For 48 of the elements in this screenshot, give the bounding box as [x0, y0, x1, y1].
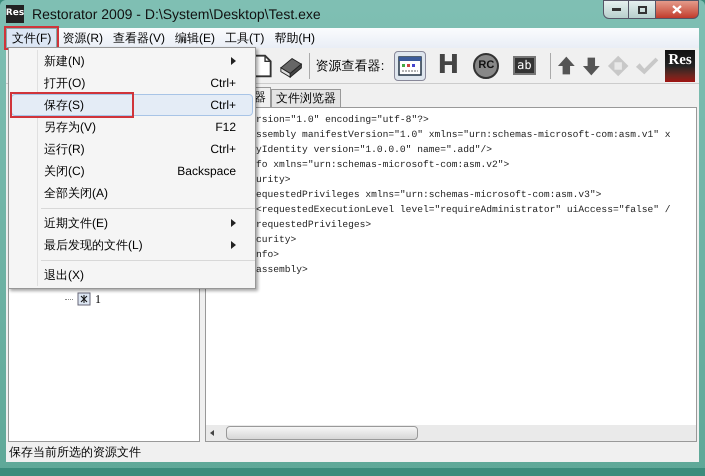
header-view-button[interactable]: H [432, 50, 464, 80]
viewer-label: 资源查看器: [316, 56, 384, 75]
menu-bar-item[interactable]: 编辑(E) [170, 28, 220, 48]
up-arrow-icon[interactable] [557, 54, 576, 76]
menu-item[interactable]: 新建(N) [11, 50, 253, 72]
menu-item[interactable]: 保存(S) Ctrl+ [11, 94, 253, 116]
code-line: requestedPrivileges> [256, 218, 372, 232]
resource-icon [77, 292, 91, 306]
window-title: Restorator 2009 - D:\System\Desktop\Test.exe [32, 4, 321, 24]
menu-bar-item[interactable]: 帮助(H) [269, 28, 320, 48]
app-icon: Res [6, 5, 24, 23]
menu-item[interactable]: 近期文件(E) [11, 212, 253, 234]
menu-item[interactable]: 全部关闭(A) [11, 182, 253, 204]
code-line: ssembly manifestVersion="1.0" xmlns="urn:schemas-microsoft-com:asm.v1" x [256, 128, 672, 142]
tree-item[interactable]: 1 [95, 290, 101, 308]
minimize-button[interactable] [603, 0, 629, 19]
down-arrow-icon[interactable] [582, 54, 601, 76]
scrollbar-thumb[interactable] [226, 426, 418, 440]
code-line: <requestedExecutionLevel level="requireAdministrator" uiAccess="false" / [256, 203, 672, 217]
code-line: equestedPrivileges xmlns="urn:schemas-microsoft-com:asm.v3"> [256, 188, 602, 202]
dialog-window-icon [398, 56, 422, 76]
menu-item[interactable]: 运行(R) Ctrl+ [11, 138, 253, 160]
close-icon [672, 5, 682, 14]
menu-item[interactable]: 最后发现的文件(L) [11, 234, 253, 256]
menu-item[interactable]: 关闭(C) Backspace [11, 160, 253, 182]
code-line: urity> [256, 173, 292, 187]
maximize-button[interactable] [629, 0, 655, 19]
code-line: assembly> [256, 263, 309, 277]
string-view-button[interactable]: ab [508, 50, 540, 80]
code-line: fo xmlns="urn:schemas-microsoft-com:asm.v2"> [256, 158, 510, 172]
code-line: rsion="1.0" encoding="utf-8"?> [256, 113, 430, 127]
horizontal-scrollbar[interactable] [206, 425, 696, 441]
code-line: yIdentity version="1.0.0.0" name=".add"/> [256, 143, 494, 157]
menu-bar-item[interactable]: 文件(F) [6, 28, 58, 48]
status-text: 保存当前所选的资源文件 [9, 444, 141, 461]
close-button[interactable] [655, 0, 699, 19]
menu-item[interactable]: 另存为(V) F12 [11, 116, 253, 138]
maximize-icon [638, 6, 646, 14]
menu-bar-item[interactable]: 工具(T) [220, 28, 270, 48]
menu-item[interactable]: 退出(X) [11, 264, 253, 286]
tab[interactable]: 文件浏览器 [271, 89, 341, 107]
code-line: curity> [256, 233, 298, 247]
dialog-view-button[interactable] [394, 50, 426, 80]
logo: Res [665, 50, 696, 82]
menu-bar-item[interactable]: 资源(R) [57, 28, 108, 48]
code-line: nfo> [256, 248, 280, 262]
menu-bar-item[interactable]: 查看器(V) [108, 28, 170, 48]
minimize-icon [612, 8, 620, 11]
